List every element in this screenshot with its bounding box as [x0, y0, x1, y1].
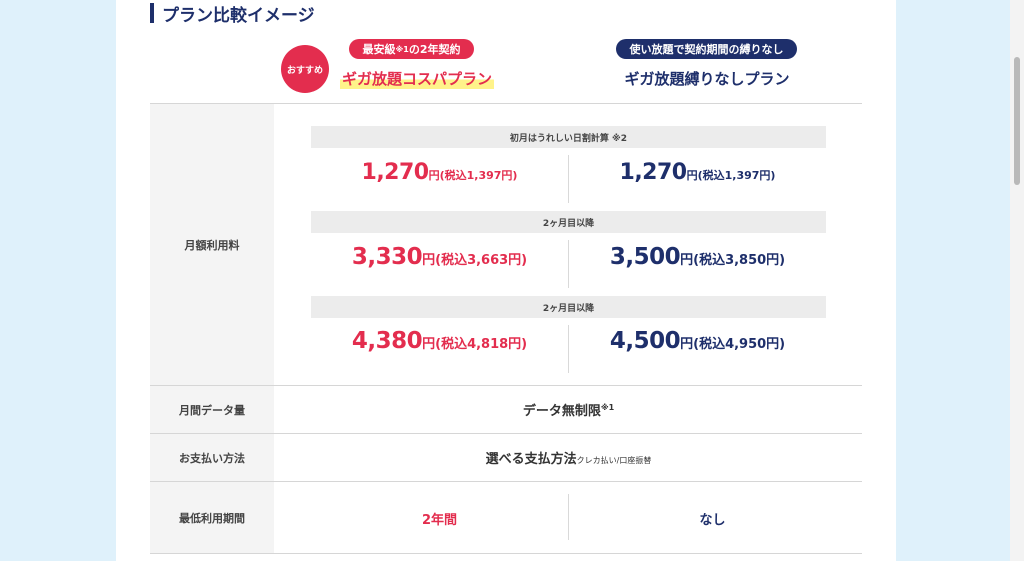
section-title: プラン比較イメージ	[150, 2, 315, 26]
left-pill-sup: ※1	[395, 44, 409, 54]
table-bottom-border	[150, 553, 862, 554]
row-label-payment: お支払い方法	[150, 434, 274, 481]
left-plan-name: ギガ放題コスパプラン	[334, 66, 500, 90]
left-price-second-month: 3,330 円(税込3,663円)	[311, 244, 568, 284]
price-number: 3,500	[609, 244, 681, 270]
price-unit: 円(税込4,950円)	[680, 337, 786, 352]
fee-subhead-later: 2ヶ月目以降	[311, 296, 826, 318]
payment-value-text: 選べる支払方法	[485, 452, 577, 467]
left-pill-tail: の2年契約	[408, 43, 461, 56]
left-plan-name-text: ギガ放題コスパプラン	[339, 67, 494, 89]
left-pill-main: 最安級	[362, 43, 396, 56]
price-number: 4,500	[609, 328, 681, 354]
data-value-text: データ無制限	[522, 404, 601, 419]
payment-value: 選べる支払方法 クレカ払い/口座振替	[275, 448, 862, 468]
right-price-first-month: 1,270 円(税込1,397円)	[569, 160, 826, 200]
left-min-period: 2年間	[421, 512, 458, 528]
section-title-text: プラン比較イメージ	[162, 5, 315, 26]
payment-note: クレカ払い/口座振替	[576, 456, 652, 465]
right-plan-pill: 使い放題で契約期間の縛りなし	[616, 39, 797, 59]
right-price-later: 4,500 円(税込4,950円)	[569, 328, 826, 368]
fee-subhead-second-month: 2ヶ月目以降	[311, 211, 826, 233]
left-plan-pill: 最安級 ※1 の2年契約	[349, 39, 474, 59]
right-price-second-month: 3,500 円(税込3,850円)	[569, 244, 826, 284]
data-value: データ無制限 ※1	[275, 400, 862, 420]
price-number: 1,270	[619, 160, 688, 185]
scrollbar-thumb[interactable]	[1014, 57, 1020, 185]
price-unit: 円(税込4,818円)	[422, 337, 528, 352]
page-scrollbar[interactable]	[1010, 0, 1024, 561]
price-unit: 円(税込1,397円)	[428, 169, 518, 182]
price-unit: 円(税込3,663円)	[422, 253, 528, 268]
row-label-data: 月間データ量	[150, 386, 274, 433]
price-unit: 円(税込3,850円)	[680, 253, 786, 268]
left-price-first-month: 1,270 円(税込1,397円)	[311, 160, 568, 200]
fee-subhead-first-month: 初月はうれしい日割計算 ※2	[311, 126, 826, 148]
row-label-min-period: 最低利用期間	[150, 482, 274, 553]
right-min-period: なし	[699, 512, 726, 528]
recommend-badge: おすすめ	[281, 45, 329, 93]
left-price-later: 4,380 円(税込4,818円)	[311, 328, 568, 368]
price-unit: 円(税込1,397円)	[686, 169, 776, 182]
price-number: 4,380	[351, 328, 423, 354]
price-number: 1,270	[361, 160, 430, 185]
price-number: 3,330	[351, 244, 423, 270]
data-value-sup: ※1	[600, 403, 615, 412]
row-label-monthly-fee: 月額利用料	[150, 104, 274, 385]
title-accent-bar	[150, 3, 154, 23]
right-plan-name: ギガ放題縛りなしプラン	[624, 69, 790, 88]
